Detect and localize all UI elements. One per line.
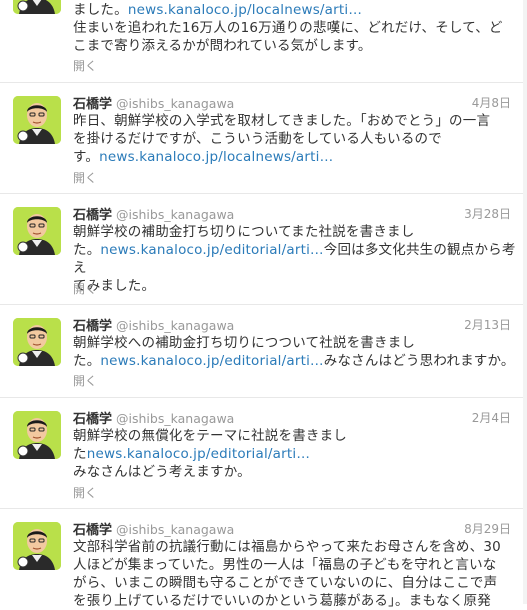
tweet-date[interactable]: 2月13日 (464, 316, 511, 333)
tweet-date[interactable]: 3月28日 (464, 205, 511, 222)
tweet-line: みなさんはどう考えますか。 (73, 463, 517, 481)
avatar[interactable] (13, 0, 61, 14)
text-segment: を掛けるだけですが、こういう活動をしている人もいるので (73, 131, 442, 147)
tweet-line: を張り上げているだけでいいのかという葛藤がある」。まもなく原発 (73, 592, 517, 610)
tweet-line: てみました。 (73, 277, 517, 295)
expand-link[interactable]: 開く (73, 280, 97, 297)
text-segment: 昨日、朝鮮学校の入学式を取材してきました。「おめでとう」の一言 (73, 113, 491, 129)
tweet-header: 石橋学 @ishibs_kanagawa 2月4日 (73, 408, 511, 427)
scrollbar[interactable] (523, 0, 527, 604)
avatar[interactable] (13, 522, 61, 570)
tweet-line: 朝鮮学校への補助金打ち切りにつついて社説を書きまし (73, 334, 517, 352)
text-segment: 人ほどが集まっていた。男性の一人は「福島の子どもを守れと言いな (73, 557, 497, 573)
tweet-line: ました。news.kanaloco.jp/localnews/arti… (73, 1, 517, 19)
user-handle[interactable]: @ishibs_kanagawa (116, 522, 234, 537)
tweet-line: こまで寄り添えるかが問われている気がします。 (73, 37, 517, 55)
tweet-item[interactable]: 石橋学 @ishibs_kanagawa 8月29日 文部科学省前の抗議行動には福… (0, 509, 527, 609)
tweet-link[interactable]: news.kanaloco.jp/editorial/arti… (100, 242, 323, 258)
expand-link[interactable]: 開く (73, 372, 97, 389)
user-handle[interactable]: @ishibs_kanagawa (116, 411, 234, 426)
user-name[interactable]: 石橋学 (73, 412, 112, 427)
tweet-text: 朝鮮学校の無償化をテーマに社説を書きまし たnews.kanaloco.jp/e… (73, 427, 517, 481)
text-segment: 朝鮮学校への補助金打ち切りにつついて社説を書きまし (73, 335, 416, 351)
text-segment: みなさんはどう考えますか。 (73, 464, 251, 480)
text-segment: こまで寄り添えるかが問われている気がします。 (73, 38, 372, 54)
tweet-line: たnews.kanaloco.jp/editorial/arti… (73, 445, 517, 463)
text-segment: た。 (73, 242, 101, 258)
tweet-line: がら、いまこの瞬間も守ることができていないのに、自分はここで声 (73, 574, 517, 592)
tweet-line: 昨日、朝鮮学校の入学式を取材してきました。「おめでとう」の一言 (73, 112, 517, 130)
text-segment: た。 (73, 353, 101, 369)
user-handle[interactable]: @ishibs_kanagawa (116, 207, 234, 222)
avatar[interactable] (13, 318, 61, 366)
tweet-line: 朝鮮学校の無償化をテーマに社説を書きまし (73, 427, 517, 445)
tweet-item[interactable]: 石橋学 @ishibs_kanagawa 4月8日 昨日、朝鮮学校の入学式を取材し… (0, 83, 527, 194)
tweet-text: ました。news.kanaloco.jp/localnews/arti… 住まい… (73, 1, 517, 55)
tweet-item[interactable]: 石橋学 @ishibs_kanagawa 3月28日 朝鮮学校の補助金打ち切りにつ… (0, 194, 527, 305)
user-name[interactable]: 石橋学 (73, 319, 112, 334)
tweet-header: 石橋学 @ishibs_kanagawa 3月28日 (73, 204, 511, 223)
text-segment: 朝鮮学校の無償化をテーマに社説を書きまし (73, 428, 347, 444)
tweet-line: た。news.kanaloco.jp/editorial/arti…みなさんはど… (73, 352, 517, 370)
tweet-item[interactable]: ました。news.kanaloco.jp/localnews/arti… 住まい… (0, 0, 527, 83)
tweet-link[interactable]: news.kanaloco.jp/localnews/arti… (99, 149, 333, 165)
text-segment: ました。 (73, 2, 128, 18)
tweet-text: 文部科学省前の抗議行動には福島からやって来たお母さんを含め、30 人ほどが集まっ… (73, 538, 517, 610)
expand-link[interactable]: 開く (73, 484, 97, 501)
tweet-link[interactable]: news.kanaloco.jp/localnews/arti… (128, 2, 362, 18)
tweet-date[interactable]: 4月8日 (472, 94, 511, 111)
tweet-header: 石橋学 @ishibs_kanagawa 4月8日 (73, 93, 511, 112)
tweet-line: 人ほどが集まっていた。男性の一人は「福島の子どもを守れと言いな (73, 556, 517, 574)
tweet-date[interactable]: 8月29日 (464, 520, 511, 537)
tweet-line: す。news.kanaloco.jp/localnews/arti… (73, 148, 517, 166)
user-name[interactable]: 石橋学 (73, 97, 112, 112)
tweet-item[interactable]: 石橋学 @ishibs_kanagawa 2月4日 朝鮮学校の無償化をテーマに社説… (0, 398, 527, 509)
user-handle[interactable]: @ishibs_kanagawa (116, 96, 234, 111)
user-handle[interactable]: @ishibs_kanagawa (116, 318, 234, 333)
user-name[interactable]: 石橋学 (73, 523, 112, 538)
tweet-header: 石橋学 @ishibs_kanagawa 2月13日 (73, 315, 511, 334)
text-segment: 住まいを追われた16万人の16万通りの悲嘆に、どれだけ、そして、ど (73, 20, 503, 36)
tweet-header: 石橋学 @ishibs_kanagawa 8月29日 (73, 519, 511, 538)
tweet-line: 文部科学省前の抗議行動には福島からやって来たお母さんを含め、30 (73, 538, 517, 556)
tweet-text: 朝鮮学校への補助金打ち切りにつついて社説を書きまし た。news.kanaloc… (73, 334, 517, 370)
text-segment: た (73, 446, 87, 462)
avatar[interactable] (13, 96, 61, 144)
tweet-date[interactable]: 2月4日 (472, 409, 511, 426)
text-segment: みなさんはどう思われますか。 (323, 353, 515, 369)
tweet-line: 住まいを追われた16万人の16万通りの悲嘆に、どれだけ、そして、ど (73, 19, 517, 37)
tweet-timeline: ました。news.kanaloco.jp/localnews/arti… 住まい… (0, 0, 527, 609)
tweet-line: を掛けるだけですが、こういう活動をしている人もいるので (73, 130, 517, 148)
text-segment: がら、いまこの瞬間も守ることができていないのに、自分はここで声 (73, 575, 498, 591)
tweet-link[interactable]: news.kanaloco.jp/editorial/arti… (100, 353, 323, 369)
tweet-text: 朝鮮学校の補助金打ち切りについてまた社説を書きまし た。news.kanaloc… (73, 223, 517, 295)
text-segment: 朝鮮学校の補助金打ち切りについてまた社説を書きまし (73, 224, 415, 240)
expand-link[interactable]: 開く (73, 57, 97, 74)
user-name[interactable]: 石橋学 (73, 208, 112, 223)
avatar[interactable] (13, 411, 61, 459)
avatar[interactable] (13, 207, 61, 255)
tweet-line: た。news.kanaloco.jp/editorial/arti…今回は多文化… (73, 241, 517, 277)
tweet-text: 昨日、朝鮮学校の入学式を取材してきました。「おめでとう」の一言 を掛けるだけです… (73, 112, 517, 166)
tweet-line: 朝鮮学校の補助金打ち切りについてまた社説を書きまし (73, 223, 517, 241)
text-segment: 文部科学省前の抗議行動には福島からやって来たお母さんを含め、30 (73, 539, 501, 555)
tweet-link[interactable]: news.kanaloco.jp/editorial/arti… (87, 446, 310, 462)
tweet-item[interactable]: 石橋学 @ishibs_kanagawa 2月13日 朝鮮学校への補助金打ち切りに… (0, 305, 527, 398)
expand-link[interactable]: 開く (73, 169, 97, 186)
text-segment: を張り上げているだけでいいのかという葛藤がある」。まもなく原発 (73, 593, 491, 609)
text-segment: す。 (73, 149, 100, 165)
